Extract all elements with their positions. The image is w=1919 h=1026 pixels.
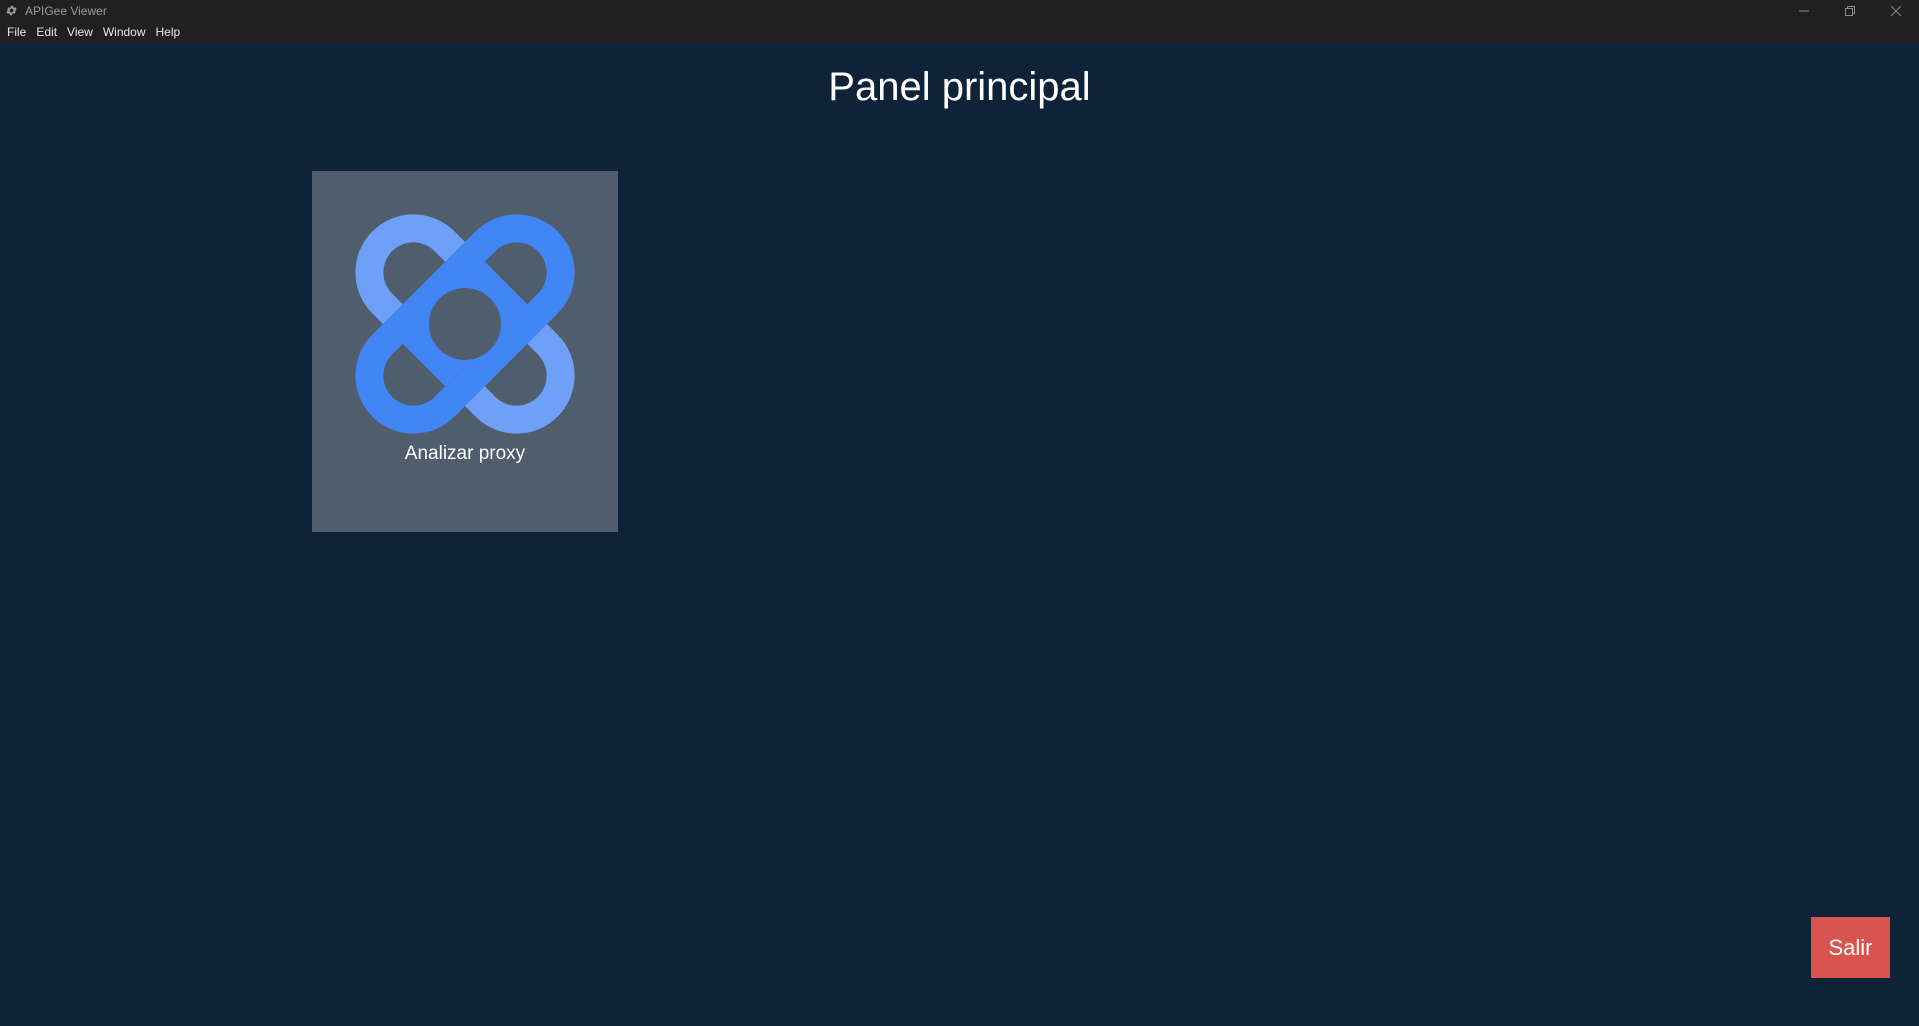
exit-button[interactable]: Salir [1811, 917, 1890, 978]
restore-icon [1845, 5, 1855, 16]
minimize-button[interactable] [1781, 0, 1827, 21]
minimize-icon [1799, 10, 1809, 11]
restore-button[interactable] [1827, 0, 1873, 21]
page-title: Panel principal [828, 65, 1091, 109]
main-panel: Panel principal Analizar proxy Salir [0, 43, 1919, 1026]
analyze-proxy-card[interactable]: Analizar proxy [312, 171, 618, 532]
close-icon [1891, 5, 1901, 16]
window-titlebar: APIGee Viewer [0, 0, 1919, 21]
bandage-icon [355, 214, 575, 434]
menu-window[interactable]: Window [98, 21, 151, 43]
gear-icon [2, 0, 20, 21]
menu-help[interactable]: Help [151, 21, 186, 43]
analyze-proxy-label: Analizar proxy [404, 443, 526, 464]
window-title: APIGee Viewer [25, 3, 107, 18]
menu-bar: File Edit View Window Help [0, 21, 1919, 43]
menu-edit[interactable]: Edit [31, 21, 62, 43]
menu-file[interactable]: File [2, 21, 31, 43]
close-button[interactable] [1873, 0, 1919, 21]
window-controls [1781, 0, 1919, 21]
menu-view[interactable]: View [62, 21, 98, 43]
